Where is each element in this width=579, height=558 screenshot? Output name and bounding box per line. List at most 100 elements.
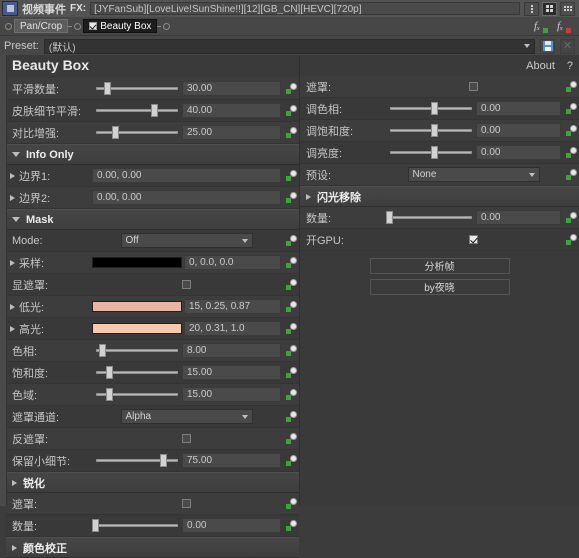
slider-adjust-brightness[interactable] (386, 145, 476, 161)
value-lowlight[interactable]: 15, 0.25, 0.87 (184, 299, 281, 314)
keyframe-icon[interactable] (283, 345, 299, 356)
section-header-info-only[interactable]: Info Only (6, 144, 299, 165)
value-hue[interactable]: 8.00 (182, 343, 281, 358)
slider-saturation[interactable] (92, 365, 182, 381)
keyframe-icon[interactable] (563, 103, 579, 114)
fx-tab-beauty-box[interactable]: Beauty Box (83, 19, 158, 33)
param-row-gpu: 开GPU: (300, 229, 579, 251)
keyframe-icon[interactable] (283, 170, 299, 181)
value-contrast-enhance[interactable]: 25.00 (182, 125, 281, 140)
chevron-right-icon[interactable] (10, 303, 15, 310)
keyframe-icon[interactable] (563, 234, 579, 245)
section-header-sharpen[interactable]: 锐化 (6, 472, 299, 493)
param-row-contrast-enhance: 对比增强: 25.00 (6, 122, 299, 144)
section-header-mask[interactable]: Mask (6, 209, 299, 230)
dropdown-preset[interactable]: None (407, 167, 540, 182)
value-adjust-hue[interactable]: 0.00 (476, 101, 561, 116)
keyframe-icon[interactable] (283, 433, 299, 444)
checkbox-sharpen-mask[interactable] (182, 499, 191, 508)
chevron-right-icon[interactable] (10, 259, 15, 266)
checkbox-invert-mask[interactable] (182, 434, 191, 443)
chevron-right-icon[interactable] (10, 325, 15, 332)
slider-skin-detail-smoothing[interactable] (92, 103, 182, 119)
chain-line-2 (157, 25, 162, 27)
chevron-right-icon[interactable] (10, 194, 15, 201)
color-swatch-sample[interactable] (92, 257, 182, 268)
value-smooth-amount[interactable]: 30.00 (182, 81, 281, 96)
keyframe-icon[interactable] (283, 105, 299, 116)
slider-preserve-detail[interactable] (92, 453, 182, 469)
value-sample[interactable]: 0, 0.0, 0.0 (184, 255, 281, 270)
list-view-button[interactable] (524, 1, 539, 16)
keyframe-icon[interactable] (283, 411, 299, 422)
section-header-color-correction[interactable]: 颜色校正 (6, 537, 299, 558)
section-header-flicker-removal[interactable]: 闪光移除 (300, 186, 579, 207)
keyframe-icon[interactable] (563, 125, 579, 136)
dropdown-mask-mode[interactable]: Off (120, 233, 253, 248)
about-link[interactable]: About (526, 60, 555, 72)
dropdown-mask-channel[interactable]: Alpha (120, 409, 253, 424)
checkbox-gpu[interactable] (469, 235, 478, 244)
slider-adjust-saturation[interactable] (386, 123, 476, 139)
save-preset-button[interactable] (540, 38, 555, 54)
keyframe-icon[interactable] (283, 279, 299, 290)
param-label: 对比增强: (12, 127, 60, 140)
keyframe-icon[interactable] (283, 235, 299, 246)
value-flicker-amount[interactable]: 0.00 (476, 210, 561, 225)
keyframe-icon[interactable] (283, 192, 299, 203)
slider-sharpen-amount[interactable] (92, 518, 182, 534)
chevron-right-icon[interactable] (10, 172, 15, 179)
color-swatch-highlight[interactable] (92, 323, 182, 334)
keyframe-icon[interactable] (563, 81, 579, 92)
keyframe-icon[interactable] (283, 323, 299, 334)
keyframe-icon[interactable] (283, 498, 299, 509)
color-swatch-lowlight[interactable] (92, 301, 182, 312)
value-gamut[interactable]: 15.00 (182, 387, 281, 402)
keyframe-icon[interactable] (563, 212, 579, 223)
section-title: 颜色校正 (23, 542, 67, 555)
keyframe-icon[interactable] (283, 257, 299, 268)
value-highlight[interactable]: 20, 0.31, 1.0 (184, 321, 281, 336)
slider-flicker-amount[interactable] (386, 210, 476, 226)
keyframe-icon[interactable] (283, 83, 299, 94)
slider-hue[interactable] (92, 343, 182, 359)
keyframe-icon[interactable] (283, 301, 299, 312)
slider-gamut[interactable] (92, 387, 182, 403)
beauty-box-enable-checkbox[interactable] (89, 22, 98, 30)
checkbox-show-mask[interactable] (182, 280, 191, 289)
grid-view-2x2-button[interactable] (542, 1, 557, 16)
chain-plug-icon (5, 22, 12, 30)
event-path-field[interactable]: [JYFanSub][LoveLive!SunShine!!][12][GB_C… (90, 2, 520, 15)
slider-contrast-enhance[interactable] (92, 125, 182, 141)
value-adjust-brightness[interactable]: 0.00 (476, 145, 561, 160)
keyframe-icon[interactable] (283, 520, 299, 531)
value-saturation[interactable]: 15.00 (182, 365, 281, 380)
keyframe-icon[interactable] (283, 455, 299, 466)
slider-smooth-amount[interactable] (92, 81, 182, 97)
help-button[interactable]: ? (567, 60, 573, 72)
value-boundary-2[interactable]: 0.00, 0.00 (92, 190, 281, 205)
grid-view-3x2-button[interactable] (560, 1, 575, 16)
keyframe-icon[interactable] (283, 367, 299, 378)
param-label: 预设: (306, 169, 332, 182)
value-preserve-detail[interactable]: 75.00 (182, 453, 281, 468)
keyframe-icon[interactable] (283, 127, 299, 138)
add-fx-icon[interactable]: fₓ (534, 20, 548, 33)
value-sharpen-amount[interactable]: 0.00 (182, 518, 281, 533)
checkbox-mask-toggle[interactable] (469, 82, 478, 91)
slider-adjust-hue[interactable] (386, 101, 476, 117)
credit-button[interactable]: by夜晓 (369, 278, 510, 295)
value-boundary-1[interactable]: 0.00, 0.00 (92, 168, 281, 183)
remove-fx-icon[interactable]: fₓ (557, 20, 571, 33)
delete-preset-button[interactable]: ✕ (560, 38, 575, 54)
value-skin-detail-smoothing[interactable]: 40.00 (182, 103, 281, 118)
preset-dropdown[interactable]: (默认) (43, 38, 535, 54)
dropdown-value: None (412, 169, 437, 180)
keyframe-icon[interactable] (283, 389, 299, 400)
fx-tab-pan-crop[interactable]: Pan/Crop (14, 19, 69, 33)
analyze-frames-button[interactable]: 分析帧 (369, 257, 510, 274)
value-adjust-saturation[interactable]: 0.00 (476, 123, 561, 138)
close-icon: ✕ (562, 39, 573, 52)
keyframe-icon[interactable] (563, 147, 579, 158)
keyframe-icon[interactable] (563, 169, 579, 180)
